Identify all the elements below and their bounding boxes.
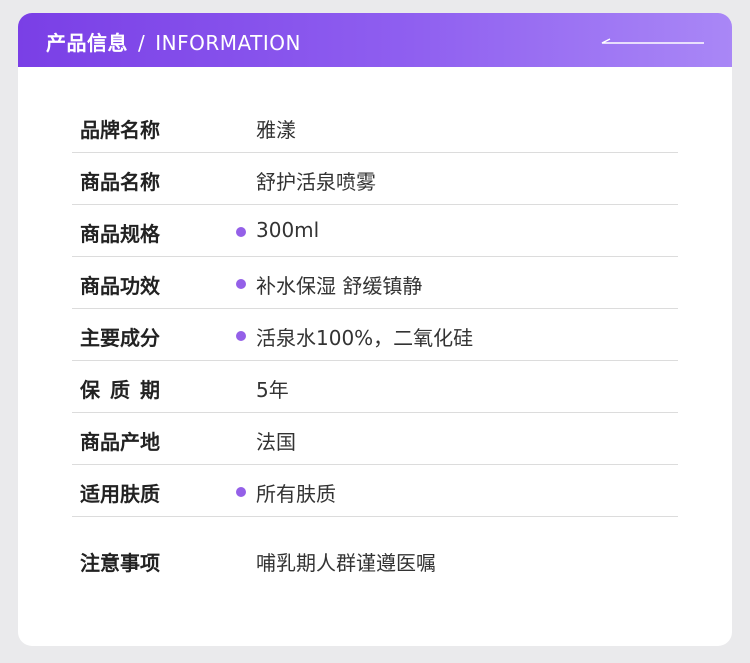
- info-row-product-name: 商品名称 舒护活泉喷雾: [72, 153, 678, 205]
- row-value: 哺乳期人群谨遵医嘱: [256, 551, 436, 575]
- info-row-ingredients: 主要成分 活泉水100%，二氧化硅: [72, 309, 678, 361]
- row-value: 雅漾: [256, 118, 296, 142]
- row-label: 注意事项: [80, 551, 160, 575]
- bullet-dot-icon: [236, 331, 246, 341]
- info-row-skin-type: 适用肤质 所有肤质: [72, 465, 678, 517]
- row-value: 所有肤质: [256, 482, 336, 506]
- row-label: 主要成分: [80, 326, 160, 350]
- info-table: 品牌名称 雅漾 商品名称 舒护活泉喷雾 商品规格 300ml 商品功效 补水保湿…: [72, 101, 678, 585]
- row-label: 品牌名称: [80, 118, 160, 142]
- row-value: 活泉水100%，二氧化硅: [256, 326, 474, 350]
- card-header: 产品信息 / INFORMATION: [18, 13, 732, 67]
- info-row-origin: 商品产地 法国: [72, 413, 678, 465]
- header-separator: /: [138, 31, 146, 55]
- row-label: 商品名称: [80, 170, 160, 194]
- row-label: 商品产地: [80, 430, 160, 454]
- row-label: 保质期: [80, 378, 170, 402]
- row-value: 补水保湿 舒缓镇静: [256, 274, 423, 298]
- row-value: 舒护活泉喷雾: [256, 170, 376, 194]
- header-title-cn: 产品信息: [46, 31, 128, 55]
- header-title-en: INFORMATION: [155, 31, 301, 55]
- info-row-brand: 品牌名称 雅漾: [72, 101, 678, 153]
- product-info-card: 产品信息 / INFORMATION 品牌名称 雅漾 商品名称 舒护活泉喷雾 商品规…: [18, 13, 732, 646]
- row-value: 300ml: [256, 218, 320, 242]
- bullet-dot-icon: [236, 279, 246, 289]
- info-row-efficacy: 商品功效 补水保湿 舒缓镇静: [72, 257, 678, 309]
- info-row-notes: 注意事项 哺乳期人群谨遵医嘱: [72, 517, 678, 585]
- decorative-line-icon: [601, 38, 704, 44]
- header-title: 产品信息 / INFORMATION: [46, 27, 301, 56]
- row-label: 商品规格: [80, 222, 160, 246]
- row-value: 5年: [256, 378, 289, 402]
- info-row-spec: 商品规格 300ml: [72, 205, 678, 257]
- row-value: 法国: [256, 430, 296, 454]
- bullet-dot-icon: [236, 227, 246, 237]
- info-row-shelf-life: 保质期 5年: [72, 361, 678, 413]
- row-label: 商品功效: [80, 274, 160, 298]
- bullet-dot-icon: [236, 487, 246, 497]
- row-label: 适用肤质: [80, 482, 160, 506]
